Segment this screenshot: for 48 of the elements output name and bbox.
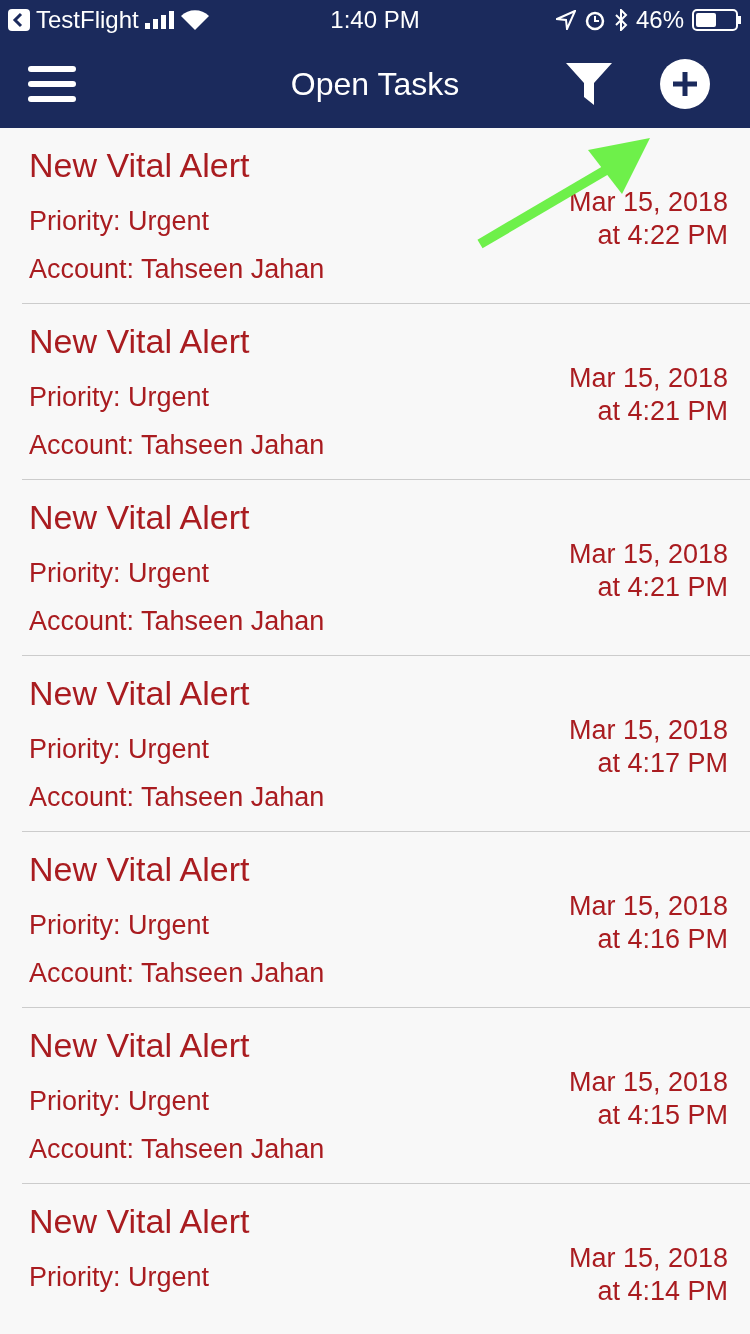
alarm-icon xyxy=(583,9,606,31)
task-title[interactable]: New Vital Alert xyxy=(29,498,569,537)
signal-icon xyxy=(144,11,175,29)
wifi-icon xyxy=(180,10,209,30)
task-date: Mar 15, 2018 xyxy=(568,538,728,571)
battery-percent: 46% xyxy=(635,6,684,34)
task-priority: Priority: Urgent xyxy=(29,381,211,414)
task-priority: Priority: Urgent xyxy=(29,205,211,238)
menu-icon[interactable] xyxy=(28,66,76,102)
task-date: Mar 15, 2018 xyxy=(568,362,728,395)
task-priority: Priority: Urgent xyxy=(29,1085,211,1118)
task-title[interactable]: New Vital Alert xyxy=(29,1026,569,1065)
task-time: at 4:21 PM xyxy=(597,395,728,428)
clock-time: 1:40 PM xyxy=(330,6,420,33)
task-priority: Priority: Urgent xyxy=(29,909,211,942)
task-title[interactable]: New Vital Alert xyxy=(29,674,569,713)
task-date: Mar 15, 2018 xyxy=(568,890,728,923)
filter-icon[interactable] xyxy=(566,61,612,107)
task-title[interactable]: New Vital Alert xyxy=(29,850,569,889)
add-icon[interactable] xyxy=(660,59,710,109)
task-account: Account: Tahseen Jahan xyxy=(29,957,326,990)
task-priority: Priority: Urgent xyxy=(29,557,211,590)
task-time: at 4:22 PM xyxy=(597,219,728,252)
task-time: at 4:15 PM xyxy=(597,1099,728,1132)
task-date: Mar 15, 2018 xyxy=(568,1242,728,1275)
task-priority: Priority: Urgent xyxy=(29,733,211,766)
screen-title: Open Tasks xyxy=(290,65,460,102)
task-account: Account: Tahseen Jahan xyxy=(29,253,326,286)
task-date: Mar 15, 2018 xyxy=(568,1066,728,1099)
task-time: at 4:16 PM xyxy=(597,923,728,956)
task-title[interactable]: New Vital Alert xyxy=(29,1202,569,1241)
back-icon[interactable] xyxy=(8,9,30,31)
task-date: Mar 15, 2018 xyxy=(568,714,728,747)
task-account: Account: Tahseen Jahan xyxy=(29,429,326,462)
back-app-label[interactable]: TestFlight xyxy=(36,6,139,34)
task-date: Mar 15, 2018 xyxy=(568,186,728,219)
task-account: Account: Tahseen Jahan xyxy=(29,781,326,814)
task-title[interactable]: New Vital Alert xyxy=(29,322,569,361)
task-account: Account: Tahseen Jahan xyxy=(29,605,326,638)
battery-icon xyxy=(692,9,742,31)
task-priority: Priority: Urgent xyxy=(29,1261,211,1294)
task-title[interactable]: New Vital Alert xyxy=(29,146,569,185)
task-time: at 4:17 PM xyxy=(597,747,728,780)
task-time: at 4:21 PM xyxy=(597,571,728,604)
task-time: at 4:14 PM xyxy=(597,1275,728,1308)
bluetooth-icon xyxy=(613,9,628,31)
location-icon xyxy=(555,10,576,30)
task-account: Account: Tahseen Jahan xyxy=(29,1133,326,1166)
